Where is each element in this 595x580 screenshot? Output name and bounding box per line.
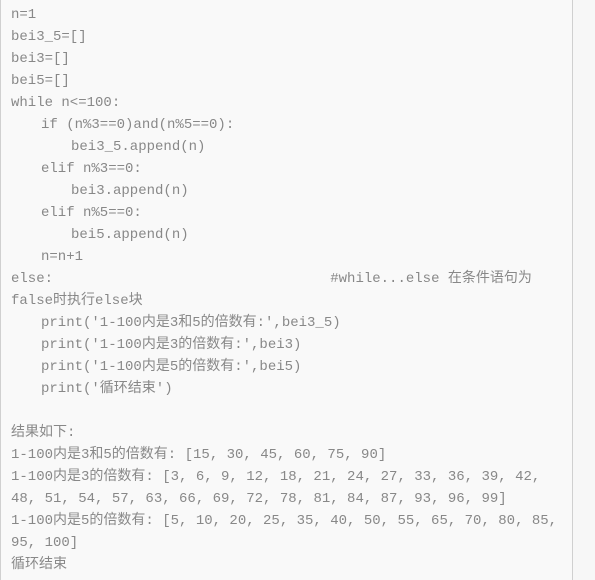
code-line: bei3_5.append(n) xyxy=(11,136,562,158)
code-line: while n<=100: xyxy=(11,92,562,114)
code-line: bei3_5=[] xyxy=(11,26,562,48)
code-line: n=1 xyxy=(11,4,562,26)
output-line: 1-100内是3的倍数有: [3, 6, 9, 12, 18, 21, 24, … xyxy=(11,466,562,510)
code-line: elif n%3==0: xyxy=(11,158,562,180)
code-line: bei5=[] xyxy=(11,70,562,92)
output-line: 1-100内是3和5的倍数有: [15, 30, 45, 60, 75, 90] xyxy=(11,444,562,466)
code-line: bei3=[] xyxy=(11,48,562,70)
code-line: print('1-100内是5的倍数有:',bei5) xyxy=(11,356,562,378)
code-line: n=n+1 xyxy=(11,246,562,268)
code-block: n=1 bei3_5=[] bei3=[] bei5=[] while n<=1… xyxy=(0,0,573,580)
output-line: 1-100内是5的倍数有: [5, 10, 20, 25, 35, 40, 50… xyxy=(11,510,562,554)
code-line: elif n%5==0: xyxy=(11,202,562,224)
blank-line xyxy=(11,400,562,422)
code-line: print('1-100内是3的倍数有:',bei3) xyxy=(11,334,562,356)
code-line: bei3.append(n) xyxy=(11,180,562,202)
code-line: print('循环结束') xyxy=(11,378,562,400)
code-line: print('1-100内是3和5的倍数有:',bei3_5) xyxy=(11,312,562,334)
code-line: else: #while...else 在条件语句为false时执行else块 xyxy=(11,268,562,312)
output-line: 循环结束 xyxy=(11,554,562,576)
output-header: 结果如下: xyxy=(11,422,562,444)
code-line: if (n%3==0)and(n%5==0): xyxy=(11,114,562,136)
code-line: bei5.append(n) xyxy=(11,224,562,246)
